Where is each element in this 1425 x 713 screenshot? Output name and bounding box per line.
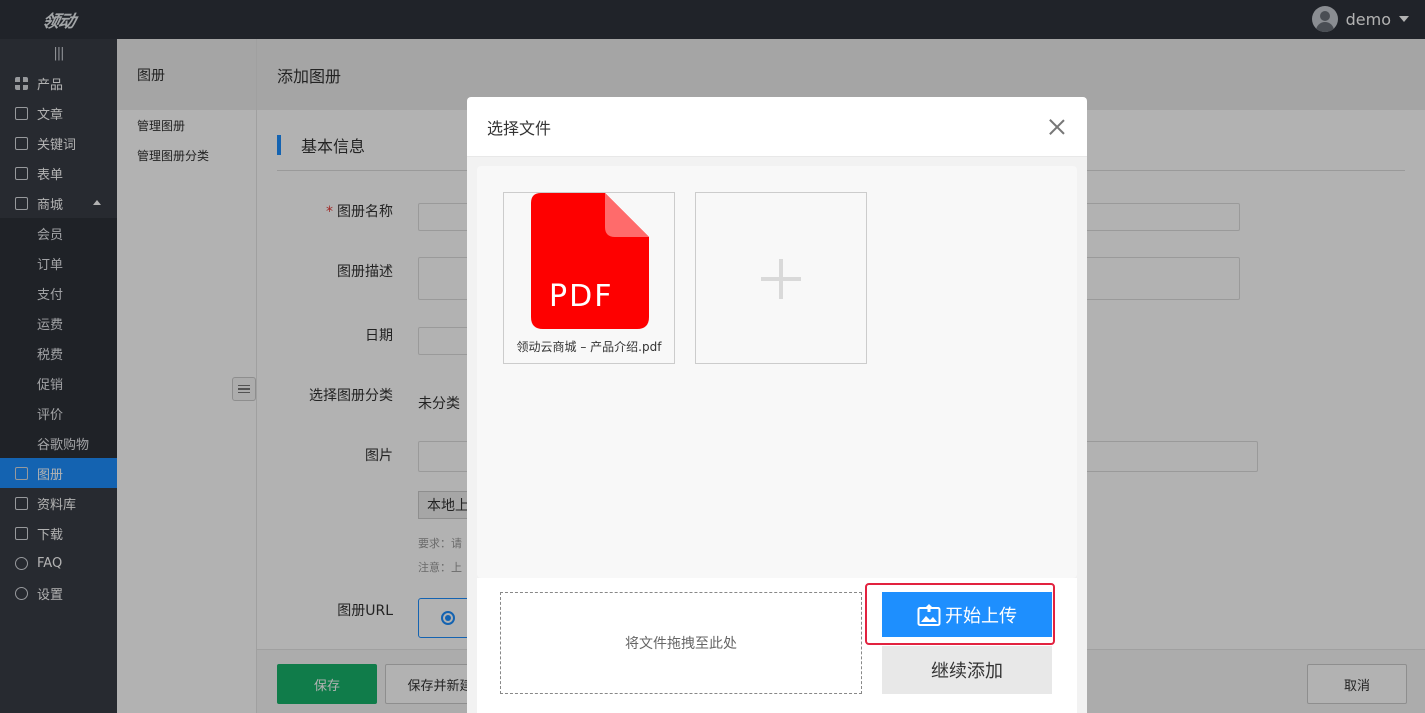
image-upload-icon [917, 603, 941, 626]
select-file-dialog: 选择文件 PDF 领动云商城 – 产品介绍.pdf 将文件拖拽至此处 开始上传 … [467, 97, 1087, 713]
add-file-button[interactable] [695, 192, 867, 364]
file-item[interactable]: PDF 领动云商城 – 产品介绍.pdf [503, 192, 675, 364]
dialog-title: 选择文件 [467, 97, 1087, 157]
pdf-type-label: PDF [549, 279, 614, 314]
start-upload-label: 开始上传 [945, 605, 1017, 627]
file-name: 领动云商城 – 产品介绍.pdf [516, 340, 662, 354]
app-root: 领动 demo ||| 产品 文章 关键词 表单 商城 会员 订单 支付 运费 … [0, 0, 1425, 713]
drop-zone[interactable]: 将文件拖拽至此处 [500, 592, 862, 694]
file-list-panel: PDF 领动云商城 – 产品介绍.pdf [477, 166, 1077, 578]
start-upload-button[interactable]: 开始上传 [882, 592, 1052, 637]
continue-add-button[interactable]: 继续添加 [882, 646, 1052, 694]
upload-area: 将文件拖拽至此处 开始上传 继续添加 [477, 578, 1077, 713]
close-icon[interactable] [1047, 117, 1067, 137]
